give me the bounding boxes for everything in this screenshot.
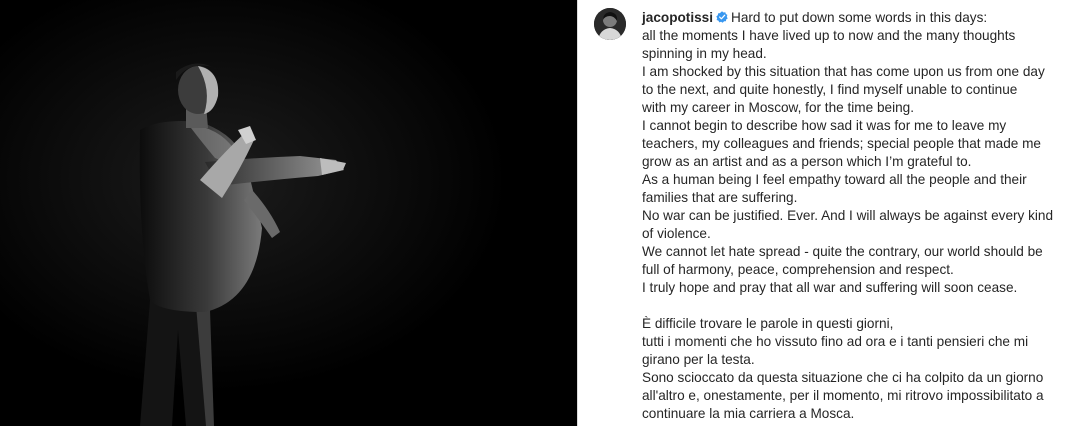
caption-line: all the moments I have lived up to now a… [642,28,1016,43]
caption-line: No war can be justified. Ever. And I wil… [642,208,1054,223]
caption-line: all'altro e, onestamente, per il momento… [642,388,1044,403]
caption-line [642,297,1062,315]
caption-first-line: Hard to put down some words in this days… [731,10,988,25]
caption-line: to the next, and quite honestly, I find … [642,82,1018,97]
caption-panel: jacopotissi Hard to put down some words i… [578,0,1068,426]
dancer-photo [0,0,577,426]
caption-line: I truly hope and pray that all war and s… [642,280,1018,295]
verified-badge-icon [716,11,728,23]
caption-line: girano per la testa. [642,352,755,367]
caption-line: tutti i momenti che ho vissuto fino ad o… [642,334,1029,349]
post-photo[interactable] [0,0,577,426]
caption-line: with my career in Moscow, for the time b… [642,100,914,115]
caption-line: full of harmony, peace, comprehension an… [642,262,954,277]
username-link[interactable]: jacopotissi [642,10,713,25]
caption-line: As a human being I feel empathy toward a… [642,172,1027,187]
caption-line: grow as an artist and as a person which … [642,154,972,169]
caption-line: spinning in my head. [642,46,767,61]
caption-line: Sono scioccato da questa situazione che … [642,370,1044,385]
caption-line: continuare la mia carriera a Mosca. [642,406,855,421]
caption-line: We cannot let hate spread - quite the co… [642,244,1043,259]
caption-line: families that are suffering. [642,190,798,205]
post-caption: jacopotissi Hard to put down some words i… [642,9,1062,423]
caption-line: of violence. [642,226,711,241]
caption-line: I cannot begin to describe how sad it wa… [642,118,1007,133]
profile-avatar[interactable] [594,8,626,40]
caption-line: I am shocked by this situation that has … [642,64,1045,79]
caption-line: teachers, my colleagues and friends; spe… [642,136,1041,151]
caption-body: all the moments I have lived up to now a… [642,27,1062,423]
caption-line: È difficile trovare le parole in questi … [642,316,894,331]
